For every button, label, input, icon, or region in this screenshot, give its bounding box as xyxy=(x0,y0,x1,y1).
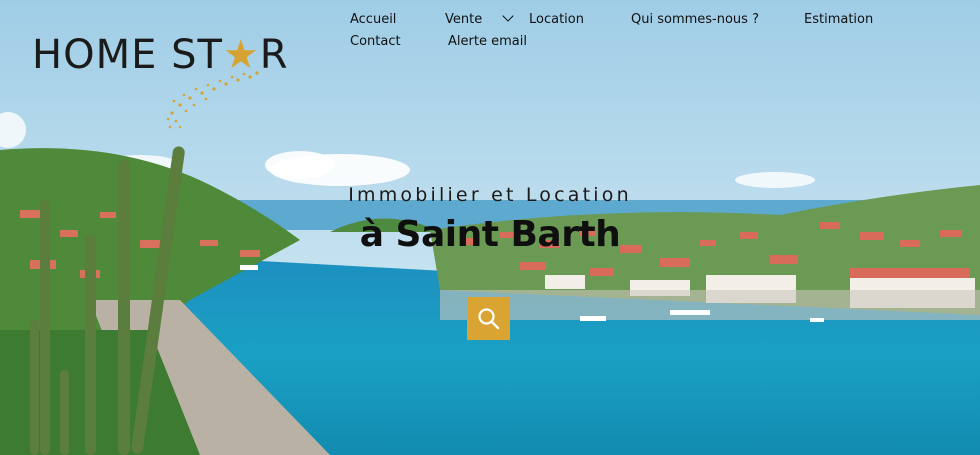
hero-title: à Saint Barth xyxy=(359,214,621,255)
chevron-down-icon[interactable] xyxy=(502,10,514,22)
main-navigation: Accueil Vente Location Qui sommes-nous ?… xyxy=(350,10,910,54)
nav-item-contact[interactable]: Contact xyxy=(350,34,401,49)
brand-logo[interactable]: HOME ST★R xyxy=(32,30,302,130)
nav-item-qui-sommes-nous[interactable]: Qui sommes-nous ? xyxy=(631,12,759,27)
nav-item-location[interactable]: Location xyxy=(529,12,584,27)
search-icon xyxy=(478,308,500,330)
nav-item-estimation[interactable]: Estimation xyxy=(804,12,873,27)
shooting-star-trail-icon xyxy=(166,71,259,129)
nav-item-vente-label: Vente xyxy=(445,12,483,27)
nav-item-alerte-email[interactable]: Alerte email xyxy=(448,34,527,49)
nav-item-accueil[interactable]: Accueil xyxy=(350,12,396,27)
nav-item-vente[interactable]: Vente xyxy=(445,10,514,27)
search-button[interactable] xyxy=(467,297,510,340)
hero-subtitle: Immobilier et Location xyxy=(348,184,632,206)
